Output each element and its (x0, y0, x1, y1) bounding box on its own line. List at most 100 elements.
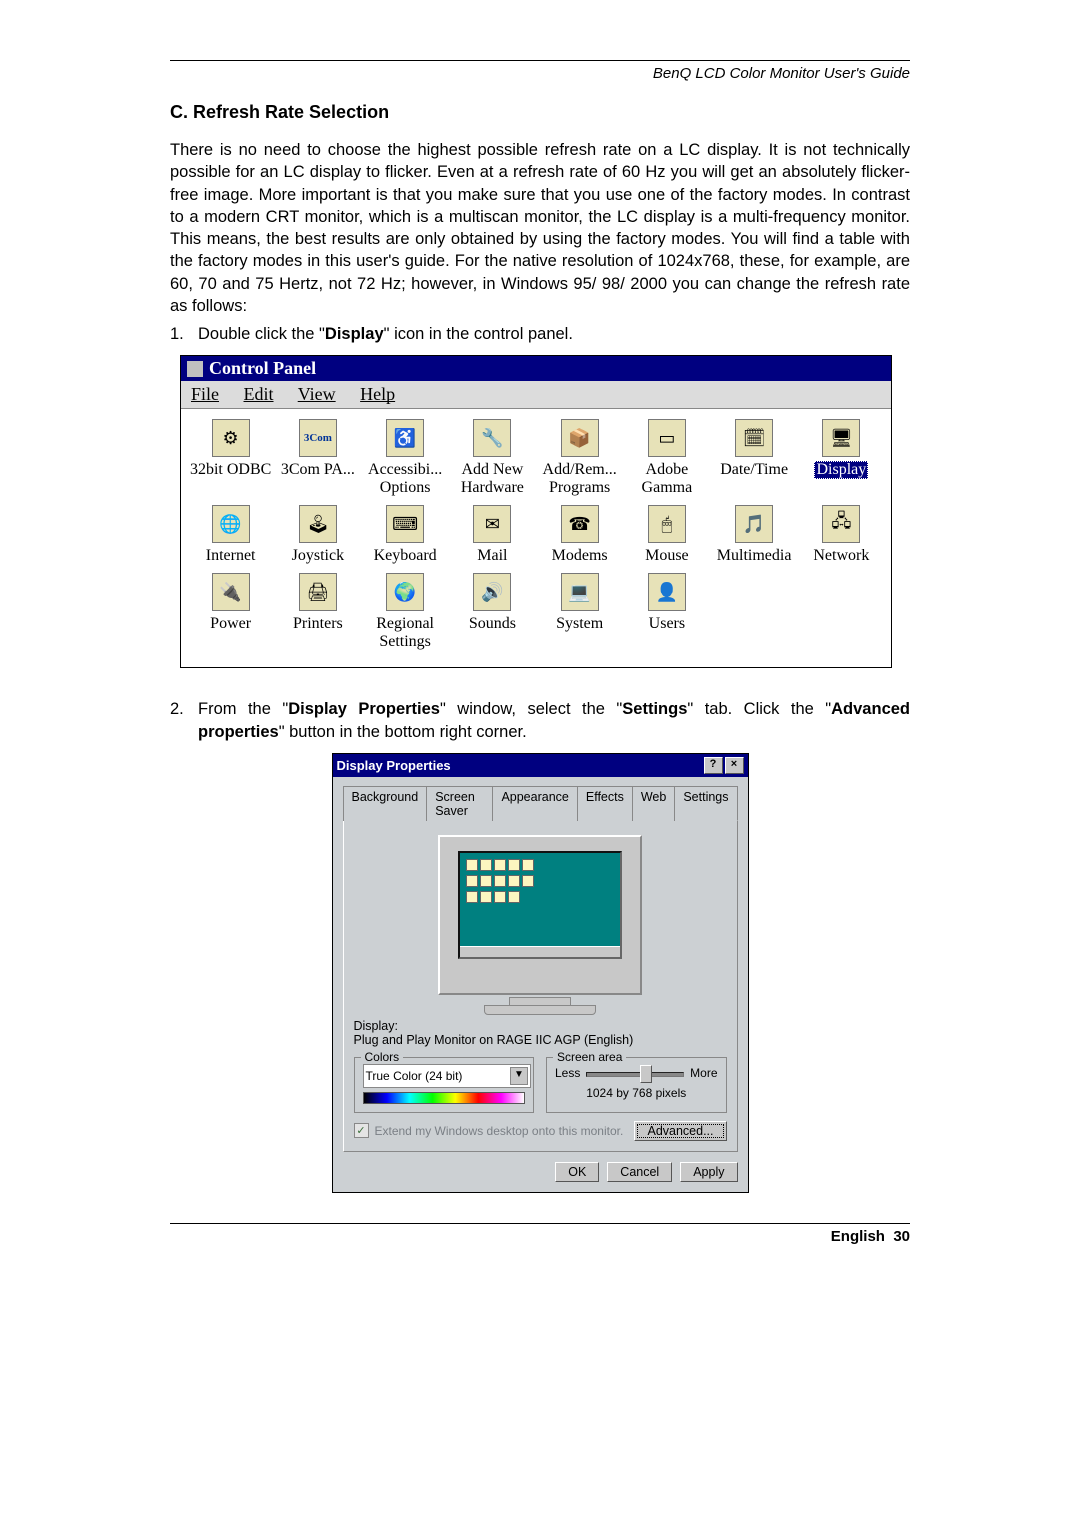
date-icon: 🗓 (735, 419, 773, 457)
section-heading: C. Refresh Rate Selection (170, 102, 910, 123)
display-properties-title: Display Properties (337, 758, 451, 773)
page-footer: English 30 (170, 1228, 910, 1245)
mouse-icon: 🖱 (648, 505, 686, 543)
step-2: 2. From the "Display Properties" window,… (170, 698, 910, 743)
32bit-icon: ⚙ (212, 419, 250, 457)
cp-item-network[interactable]: 🖧Network (800, 505, 883, 565)
tab-appearance[interactable]: Appearance (493, 786, 577, 821)
cp-item-label: Mail (477, 547, 507, 565)
colors-select[interactable]: True Color (24 bit) ▼ (363, 1064, 532, 1088)
cp-item-3com-pa-[interactable]: 3Com3Com PA... (276, 419, 359, 497)
sounds-icon: 🔊 (473, 573, 511, 611)
cp-item-32bit-odbc[interactable]: ⚙ 32bit ODBC (189, 419, 272, 497)
colors-group: Colors True Color (24 bit) ▼ (354, 1057, 535, 1113)
ok-button[interactable]: OK (555, 1162, 599, 1182)
resolution-value: 1024 by 768 pixels (555, 1086, 718, 1100)
slider-thumb[interactable] (640, 1065, 652, 1083)
help-button[interactable]: ? (704, 757, 723, 774)
tab-effects[interactable]: Effects (578, 786, 633, 821)
control-panel-window: Control Panel File Edit View Help ⚙ 32bit… (180, 355, 892, 668)
checkbox-icon: ✓ (354, 1123, 369, 1138)
cp-item-accessibi-options[interactable]: ♿ Accessibi... Options (364, 419, 447, 497)
menu-file[interactable]: File (191, 384, 219, 404)
cp-item-internet[interactable]: 🌐 Internet (189, 505, 272, 565)
display-properties-dialog: Display Properties ? × BackgroundScreen … (332, 753, 749, 1193)
control-panel-title: Control Panel (209, 358, 316, 379)
extend-desktop-checkbox: ✓ Extend my Windows desktop onto this mo… (354, 1123, 624, 1138)
cp-item-label: Mouse (645, 547, 689, 565)
menu-view[interactable]: View (298, 384, 336, 404)
monitor-preview (438, 835, 642, 995)
cp-item-add-new-hardware[interactable]: 🔧Add New Hardware (451, 419, 534, 497)
menu-edit[interactable]: Edit (244, 384, 274, 404)
cp-item-add-rem-programs[interactable]: 📦 Add/Rem... Programs (538, 419, 621, 497)
control-panel-menubar: File Edit View Help (181, 381, 891, 409)
cp-item-adobe-gamma[interactable]: ▭ Adobe Gamma (625, 419, 708, 497)
cp-item-modems[interactable]: ☎ Modems (538, 505, 621, 565)
accessibi-icon: ♿ (386, 419, 424, 457)
cp-item-label: Regional Settings (364, 615, 447, 651)
apply-button[interactable]: Apply (680, 1162, 737, 1182)
less-label: Less (555, 1066, 580, 1080)
cp-item-joystick[interactable]: 🕹Joystick (276, 505, 359, 565)
resolution-slider[interactable] (586, 1064, 684, 1082)
cp-item-keyboard[interactable]: ⌨ Keyboard (364, 505, 447, 565)
multimedia-icon: 🎵 (735, 505, 773, 543)
mail-icon: ✉ (473, 505, 511, 543)
cp-item-label: Display (814, 461, 868, 479)
tab-background[interactable]: Background (343, 786, 428, 821)
cp-item-label: Adobe Gamma (625, 461, 708, 497)
display-value: Plug and Play Monitor on RAGE IIC AGP (E… (354, 1033, 727, 1047)
users-icon: 👤 (648, 573, 686, 611)
internet-icon: 🌐 (212, 505, 250, 543)
cp-item-regional-settings[interactable]: 🌍 Regional Settings (364, 573, 447, 651)
keyboard-icon: ⌨ (386, 505, 424, 543)
cp-item-mail[interactable]: ✉ Mail (451, 505, 534, 565)
control-panel-grid: ⚙ 32bit ODBC 3Com3Com PA... ♿ Accessibi... O… (189, 419, 883, 651)
cp-item-mouse[interactable]: 🖱 Mouse (625, 505, 708, 565)
dropdown-arrow-icon[interactable]: ▼ (510, 1067, 528, 1085)
modems-icon: ☎ (561, 505, 599, 543)
intro-paragraph: There is no need to choose the highest p… (170, 139, 910, 317)
power-icon: 🔌 (212, 573, 250, 611)
cp-item-label: Add/Rem... Programs (538, 461, 621, 497)
display-properties-titlebar: Display Properties ? × (333, 754, 748, 777)
tab-web[interactable]: Web (633, 786, 675, 821)
tabs: BackgroundScreen SaverAppearanceEffectsW… (343, 785, 738, 820)
cp-item-label: Internet (206, 547, 256, 565)
joystick-icon: 🕹 (299, 505, 337, 543)
cp-item-label: Modems (552, 547, 608, 565)
cp-item-date-time[interactable]: 🗓Date/Time (713, 419, 796, 497)
tab-screen-saver[interactable]: Screen Saver (427, 786, 493, 821)
tab-settings[interactable]: Settings (675, 786, 737, 821)
cp-item-label: Users (649, 615, 685, 633)
control-panel-icon (187, 361, 203, 377)
add-icon: 📦 (561, 419, 599, 457)
cp-item-label: 32bit ODBC (190, 461, 271, 479)
menu-help[interactable]: Help (360, 384, 395, 404)
advanced-button[interactable]: Advanced... (634, 1121, 726, 1141)
step-1: 1. Double click the "Display" icon in th… (170, 323, 910, 345)
adobe-icon: ▭ (648, 419, 686, 457)
cp-item-sounds[interactable]: 🔊Sounds (451, 573, 534, 651)
cp-item-label: Add New Hardware (451, 461, 534, 497)
cp-item-display[interactable]: 🖥 Display (800, 419, 883, 497)
close-button[interactable]: × (725, 757, 744, 774)
cp-item-users[interactable]: 👤 Users (625, 573, 708, 651)
display-icon: 🖥 (822, 419, 860, 457)
cp-item-label: 3Com PA... (281, 461, 355, 479)
network-icon: 🖧 (822, 505, 860, 543)
cp-item-power[interactable]: 🔌 Power (189, 573, 272, 651)
printers-icon: 🖨 (299, 573, 337, 611)
cp-item-label: Accessibi... Options (364, 461, 447, 497)
cp-item-label: Multimedia (717, 547, 792, 565)
regional-icon: 🌍 (386, 573, 424, 611)
cp-item-printers[interactable]: 🖨Printers (276, 573, 359, 651)
cp-item-multimedia[interactable]: 🎵 Multimedia (713, 505, 796, 565)
more-label: More (690, 1066, 717, 1080)
cp-item-label: Power (210, 615, 251, 633)
cancel-button[interactable]: Cancel (607, 1162, 672, 1182)
cp-item-label: Keyboard (374, 547, 437, 565)
cp-item-system[interactable]: 💻System (538, 573, 621, 651)
color-bar (363, 1092, 526, 1104)
